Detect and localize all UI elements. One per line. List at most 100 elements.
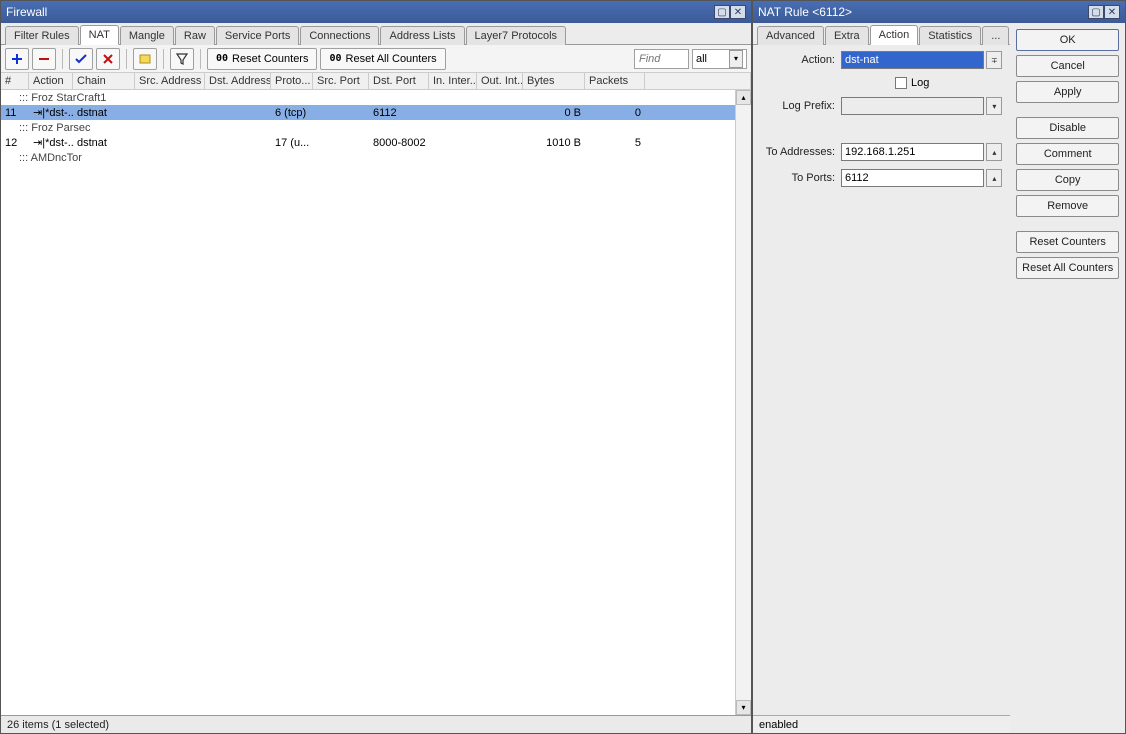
apply-button[interactable]: Apply [1016, 81, 1119, 103]
reset-counters-button[interactable]: 00Reset Counters [207, 48, 317, 70]
reset-counters-button[interactable]: Reset Counters [1016, 231, 1119, 253]
column-header[interactable]: Bytes [523, 73, 585, 89]
column-header[interactable]: Proto... [271, 73, 313, 89]
to-ports-input[interactable]: 6112 [841, 169, 984, 187]
minus-icon [37, 52, 51, 66]
cell-bytes: 1010 B [523, 137, 585, 149]
tab-nat[interactable]: NAT [80, 25, 119, 45]
scrollbar-vertical[interactable]: ▴ ▾ [735, 90, 751, 715]
cell-packets: 0 [585, 107, 645, 119]
disable-button[interactable]: Disable [1016, 117, 1119, 139]
column-header[interactable]: Out. Int... [477, 73, 523, 89]
tab-layer7-protocols[interactable]: Layer7 Protocols [466, 26, 567, 45]
column-header[interactable]: Dst. Address [205, 73, 271, 89]
cell-action: ⇥|*dst-... [29, 106, 73, 119]
cell-dport: 6112 [369, 107, 429, 119]
cell-bytes: 0 B [523, 107, 585, 119]
log-prefix-input[interactable] [841, 97, 984, 115]
chevron-down-icon: ▾ [729, 50, 743, 68]
to-ports-label: To Ports: [761, 172, 841, 184]
titlebar[interactable]: NAT Rule <6112> ▢ ✕ [753, 1, 1125, 23]
x-icon [101, 52, 115, 66]
cancel-button[interactable]: Cancel [1016, 55, 1119, 77]
oo-icon: 00 [329, 53, 341, 64]
tab-mangle[interactable]: Mangle [120, 26, 174, 45]
status-bar: 26 items (1 selected) [1, 715, 751, 733]
group-row[interactable]: ::: AMDncTor [1, 150, 751, 165]
ok-button[interactable]: OK [1016, 29, 1119, 51]
cell-num: 11 [1, 107, 29, 119]
comment-button[interactable]: Comment [1016, 143, 1119, 165]
minimize-icon[interactable]: ▢ [714, 5, 730, 19]
tab-address-lists[interactable]: Address Lists [380, 26, 464, 45]
column-header[interactable]: Action [29, 73, 73, 89]
cell-packets: 5 [585, 137, 645, 149]
to-addresses-input[interactable]: 192.168.1.251 [841, 143, 984, 161]
dropdown-icon[interactable]: ∓ [986, 51, 1002, 69]
grid-body[interactable]: ::: Froz StarCraft111⇥|*dst-...dstnat6 (… [1, 90, 751, 715]
find-input[interactable] [634, 49, 689, 69]
minimize-icon[interactable]: ▢ [1088, 5, 1104, 19]
grid-header: #ActionChainSrc. AddressDst. AddressProt… [1, 73, 751, 90]
tab-connections[interactable]: Connections [300, 26, 379, 45]
log-checkbox[interactable] [895, 77, 907, 89]
cell-dport: 8000-8002 [369, 137, 429, 149]
table-row[interactable]: 11⇥|*dst-...dstnat6 (tcp)61120 B0 [1, 105, 751, 120]
filter-button[interactable] [170, 48, 194, 70]
window-title: NAT Rule <6112> [758, 5, 1088, 19]
reset-all-counters-button[interactable]: Reset All Counters [1016, 257, 1119, 279]
add-button[interactable] [5, 48, 29, 70]
close-icon[interactable]: ✕ [1104, 5, 1120, 19]
action-input[interactable]: dst-nat [841, 51, 984, 69]
enable-button[interactable] [69, 48, 93, 70]
filter-combo[interactable]: all▾ [692, 49, 747, 69]
group-row[interactable]: ::: Froz StarCraft1 [1, 90, 751, 105]
tab-bar: AdvancedExtraActionStatistics... [753, 23, 1010, 45]
collapse-icon[interactable]: ▴ [986, 143, 1002, 161]
column-header[interactable]: Src. Port [313, 73, 369, 89]
action-label: Action: [761, 54, 841, 66]
remove-button[interactable]: Remove [1016, 195, 1119, 217]
copy-button[interactable]: Copy [1016, 169, 1119, 191]
table-row[interactable]: 12⇥|*dst-...dstnat 17 (u... 8000-8002 1010 … [1, 135, 751, 150]
status-bar: enabled [753, 715, 1010, 733]
oo-icon: 00 [216, 53, 228, 64]
column-header[interactable]: Chain [73, 73, 135, 89]
close-icon[interactable]: ✕ [730, 5, 746, 19]
tab--[interactable]: ... [982, 26, 1009, 45]
tab-service-ports[interactable]: Service Ports [216, 26, 299, 45]
expand-icon[interactable]: ▾ [986, 97, 1002, 115]
column-header[interactable]: Dst. Port [369, 73, 429, 89]
collapse-icon[interactable]: ▴ [986, 169, 1002, 187]
tab-advanced[interactable]: Advanced [757, 26, 824, 45]
log-row: Log [761, 77, 1002, 89]
log-label: Log [911, 77, 929, 89]
plus-icon [10, 52, 24, 66]
tab-raw[interactable]: Raw [175, 26, 215, 45]
tab-filter-rules[interactable]: Filter Rules [5, 26, 79, 45]
cell-chain: dstnat [73, 137, 135, 149]
nat-rule-window: NAT Rule <6112> ▢ ✕ AdvancedExtraActionS… [752, 0, 1126, 734]
column-header[interactable]: Src. Address [135, 73, 205, 89]
cell-num: 12 [1, 137, 29, 149]
group-row[interactable]: ::: Froz Parsec [1, 120, 751, 135]
column-header[interactable]: In. Inter... [429, 73, 477, 89]
reset-all-counters-button[interactable]: 00Reset All Counters [320, 48, 445, 70]
disable-button[interactable] [96, 48, 120, 70]
titlebar[interactable]: Firewall ▢ ✕ [1, 1, 751, 23]
column-header[interactable]: Packets [585, 73, 645, 89]
tab-statistics[interactable]: Statistics [919, 26, 981, 45]
cell-proto: 17 (u... [271, 137, 313, 149]
tab-extra[interactable]: Extra [825, 26, 869, 45]
column-header[interactable]: # [1, 73, 29, 89]
log-prefix-label: Log Prefix: [761, 100, 841, 112]
comment-button[interactable] [133, 48, 157, 70]
cell-action: ⇥|*dst-... [29, 136, 73, 149]
remove-button[interactable] [32, 48, 56, 70]
scroll-down-icon[interactable]: ▾ [736, 700, 751, 715]
funnel-icon [175, 52, 189, 66]
scroll-up-icon[interactable]: ▴ [736, 90, 751, 105]
tab-action[interactable]: Action [870, 25, 919, 45]
window-title: Firewall [6, 5, 714, 19]
cell-proto: 6 (tcp) [271, 107, 313, 119]
